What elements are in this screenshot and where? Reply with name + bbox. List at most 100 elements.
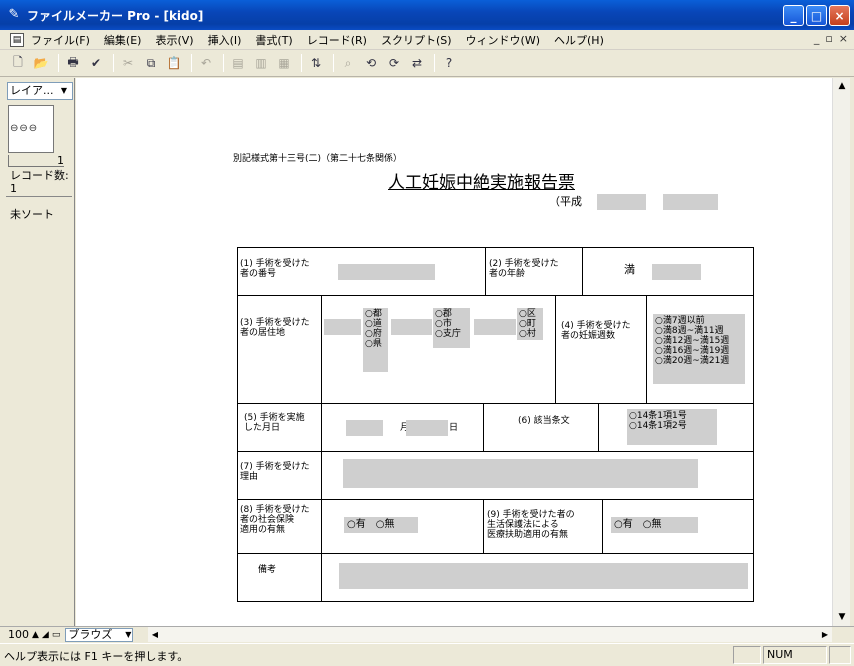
record-count-label: レコード数:: [10, 169, 69, 182]
record-slider[interactable]: [8, 155, 64, 167]
window-title: ファイルメーカー Pro - [kido]: [27, 8, 204, 23]
patient-number-field[interactable]: [338, 264, 435, 280]
prefecture-type-radio[interactable]: ○都 ○道 ○府 ○県: [363, 308, 388, 372]
town-type-radio[interactable]: ○区 ○町 ○村: [517, 308, 543, 340]
mdi-close-button[interactable]: ×: [839, 32, 848, 45]
duplicate-record-icon[interactable]: ▥: [251, 53, 271, 73]
toolbar-separator: [223, 54, 224, 72]
title-bar: ✎ ファイルメーカー Pro - [kido] _ □ ×: [0, 0, 854, 30]
chevron-down-icon: ▼: [60, 86, 68, 95]
menu-edit[interactable]: 編集(E): [97, 32, 149, 48]
pregnancy-weeks-radio[interactable]: ○満7週以前 ○満8週~満11週 ○満12週~満15週 ○満16週~満19週 ○…: [653, 314, 745, 384]
find-all-icon[interactable]: ⟲: [361, 53, 381, 73]
status-help-text: ヘルプ表示には F1 キーを押します。: [4, 650, 189, 663]
zoom-in-icon[interactable]: ◢: [42, 630, 49, 640]
status-area: レイア... ▼ ⊖⊖⊖ 1 レコード数: 1 未ソート: [0, 78, 75, 626]
copy-icon[interactable]: ⧉: [141, 53, 161, 73]
chevron-down-icon: ▼: [125, 629, 132, 639]
status-panel-empty: [733, 646, 761, 664]
spellcheck-icon[interactable]: ✔: [86, 53, 106, 73]
day-label: 日: [449, 423, 459, 433]
social-insurance-radio[interactable]: ○有 ○無: [344, 517, 418, 533]
sort-status: 未ソート: [10, 208, 54, 221]
omit-icon[interactable]: ⟳: [384, 53, 404, 73]
menu-help[interactable]: ヘルプ(H): [547, 32, 611, 48]
form-header-ref: 別記様式第十三号(二)（第二十七条関係）: [233, 154, 403, 164]
toolbar-separator: [301, 54, 302, 72]
toolbar-separator: [191, 54, 192, 72]
mdi-minimize-button[interactable]: _: [814, 32, 820, 45]
toolbar-separator: [333, 54, 334, 72]
toolbar-separator: [113, 54, 114, 72]
print-icon[interactable]: 🖶: [63, 53, 83, 73]
surgery-day-field[interactable]: [406, 420, 448, 436]
city-type-radio[interactable]: ○郡 ○市 ○支庁: [433, 308, 470, 348]
status-bar: ヘルプ表示には F1 キーを押します。 NUM: [0, 643, 854, 666]
scroll-right-icon[interactable]: ▶: [818, 627, 832, 642]
paste-icon[interactable]: 📋: [164, 53, 184, 73]
remarks-field[interactable]: [339, 563, 748, 589]
document-icon[interactable]: ▤: [10, 32, 24, 47]
menu-file[interactable]: ファイル(F): [24, 32, 97, 48]
label-surgery-date: (5) 手術を実施 した月日: [244, 413, 305, 433]
layout-select-value: レイア...: [10, 84, 54, 97]
new-file-icon[interactable]: 🗋: [8, 53, 28, 73]
menu-window[interactable]: ウィンドウ(W): [459, 32, 547, 48]
menu-insert[interactable]: 挿入(I): [201, 32, 249, 48]
menu-scripts[interactable]: スクリプト(S): [374, 32, 459, 48]
menu-format[interactable]: 書式(T): [248, 32, 299, 48]
vertical-scrollbar[interactable]: ▲ ▼: [832, 78, 850, 626]
reason-field[interactable]: [343, 459, 698, 488]
minimize-button[interactable]: _: [783, 5, 804, 26]
mode-select-value: ブラウズ: [68, 627, 113, 641]
bottom-bar: 100 ▲ ◢ ▭ ブラウズ ▼ ◀ ▶: [0, 626, 854, 642]
scroll-left-icon[interactable]: ◀: [148, 627, 162, 642]
sort-icon[interactable]: ⇅: [306, 53, 326, 73]
divider: [6, 196, 72, 197]
surgery-month-field[interactable]: [346, 420, 383, 436]
find-icon[interactable]: ⌕: [338, 53, 358, 73]
open-file-icon[interactable]: 📂: [31, 53, 51, 73]
undo-icon[interactable]: ↶: [196, 53, 216, 73]
label-reason: (7) 手術を受けた 理由: [240, 462, 310, 482]
menu-records[interactable]: レコード(R): [300, 32, 374, 48]
label-remarks: 備考: [258, 565, 277, 575]
heisei-label: （平成: [549, 195, 582, 208]
scroll-up-icon[interactable]: ▲: [833, 78, 851, 95]
welfare-medical-radio[interactable]: ○有 ○無: [611, 517, 698, 533]
mdi-restore-button[interactable]: ▫: [825, 32, 832, 45]
maximize-button[interactable]: □: [806, 5, 827, 26]
prefecture-name-field[interactable]: [324, 319, 361, 335]
delete-record-icon[interactable]: ▦: [274, 53, 294, 73]
filemaker-app-icon[interactable]: ✎: [6, 7, 22, 23]
status-panel-empty: [829, 646, 851, 664]
age-man-label: 満: [624, 263, 635, 276]
menu-bar: ▤ ファイル(F) 編集(E) 表示(V) 挿入(I) 書式(T) レコード(R…: [0, 30, 854, 50]
patient-age-field[interactable]: [652, 264, 701, 280]
label-pregnancy-weeks: (4) 手術を受けた 者の妊娠週数: [561, 321, 631, 341]
record-book[interactable]: ⊖⊖⊖ 1: [8, 105, 64, 167]
layout-select[interactable]: レイア... ▼: [7, 82, 73, 100]
help-icon[interactable]: ?: [439, 53, 459, 73]
report-month-field[interactable]: [663, 194, 718, 210]
report-year-field[interactable]: [597, 194, 646, 210]
scroll-down-icon[interactable]: ▼: [833, 609, 851, 626]
menu-view[interactable]: 表示(V): [148, 32, 200, 48]
close-button[interactable]: ×: [829, 5, 850, 26]
label-residence: (3) 手術を受けた 者の居住地: [240, 318, 310, 338]
status-area-toggle-icon[interactable]: ▭: [52, 630, 61, 640]
label-welfare-medical: (9) 手術を受けた者の 生活保護法による 医療扶助適用の有無: [487, 510, 575, 540]
zoom-out-icon[interactable]: ▲: [32, 630, 39, 640]
show-omitted-icon[interactable]: ⇄: [407, 53, 427, 73]
mode-select[interactable]: ブラウズ ▼: [65, 627, 134, 642]
cut-icon[interactable]: ✂: [118, 53, 138, 73]
layout-content: 別記様式第十三号(二)（第二十七条関係） 人工妊娠中絶実施報告票 （平成 (1)…: [76, 78, 832, 626]
label-patient-number: (1) 手術を受けた 者の番号: [240, 259, 310, 279]
applicable-article-radio[interactable]: ○14条1項1号 ○14条1項2号: [627, 409, 717, 445]
label-social-insurance: (8) 手術を受けた 者の社会保険 適用の有無: [240, 505, 310, 535]
town-name-field[interactable]: [474, 319, 516, 335]
zoom-level[interactable]: 100: [8, 628, 29, 641]
horizontal-scrollbar[interactable]: ◀ ▶: [148, 627, 832, 642]
city-name-field[interactable]: [391, 319, 432, 335]
new-record-icon[interactable]: ▤: [228, 53, 248, 73]
